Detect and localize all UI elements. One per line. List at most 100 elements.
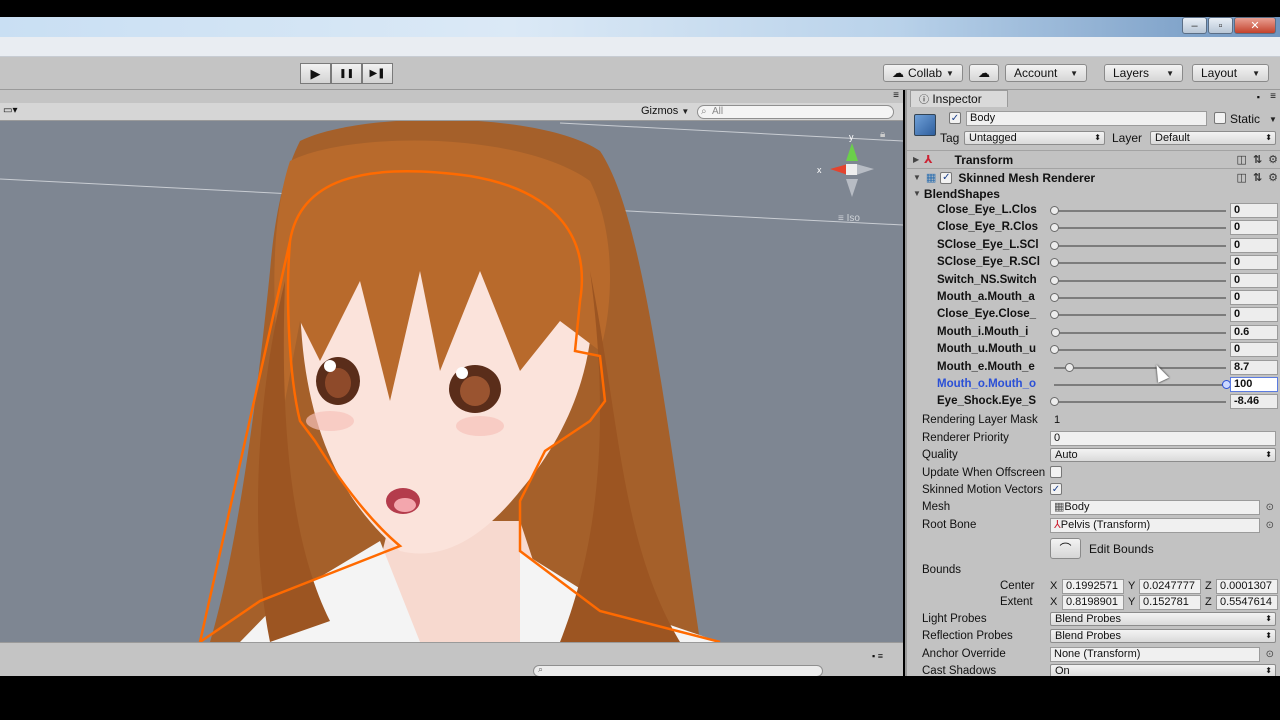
blendshape-value-field[interactable]: 0 [1230,272,1278,288]
blendshape-value-field[interactable]: 0.6 [1230,324,1278,340]
layout-dropdown[interactable]: Layout ▼ [1192,64,1269,82]
blendshape-value-field[interactable]: 0 [1230,220,1278,236]
extent-x-field[interactable]: 0.8198901 [1062,595,1124,610]
quality-dropdown[interactable]: Auto ⬍ [1050,448,1276,462]
static-checkbox[interactable] [1214,112,1226,124]
skinned-motion-vectors-checkbox[interactable]: ✓ [1050,483,1062,495]
menu-icon[interactable]: ≡ [1270,91,1276,102]
extent-z-field[interactable]: 0.5547614 [1216,595,1278,610]
maximize-button[interactable]: ▫ [1208,17,1233,34]
root-bone-field[interactable]: ⅄Pelvis (Transform) [1050,518,1260,533]
layer-dropdown[interactable]: Default ⬍ [1150,131,1276,145]
blendshape-value-field[interactable]: 0 [1230,307,1278,323]
center-x-field[interactable]: 0.1992571 [1062,579,1124,594]
chevron-down-icon[interactable]: ▼ [1269,115,1277,124]
lock-icon[interactable]: 🔒︎ [880,129,885,140]
cast-shadows-dropdown[interactable]: On ⬍ [1050,664,1276,676]
blendshape-value-field[interactable]: 8.7 [1230,359,1278,375]
blendshape-slider[interactable] [1050,223,1226,233]
blendshape-row: Mouth_e.Mouth_e 8.7 [907,359,1280,376]
slider-thumb[interactable] [1064,362,1074,372]
slider-thumb[interactable] [1051,327,1061,337]
blendshape-value-field[interactable]: 0 [1230,290,1278,305]
light-probes-dropdown[interactable]: Blend Probes ⬍ [1050,612,1276,626]
update-offscreen-checkbox[interactable] [1050,466,1062,478]
slider-thumb[interactable] [1050,240,1059,250]
blendshape-value-field[interactable]: 100 [1230,377,1278,392]
blendshape-value-field[interactable]: 0 [1230,237,1278,253]
scene-orientation-gizmo[interactable]: y x [817,132,874,197]
layers-dropdown[interactable]: Layers ▼ [1104,64,1183,82]
rendering-layer-mask-field[interactable]: 1 [1050,413,1276,428]
slider-thumb[interactable] [1050,397,1059,407]
blendshape-value-field[interactable]: 0 [1230,342,1278,358]
extent-y-field[interactable]: 0.152781 [1139,595,1201,610]
menu-icon[interactable]: ≡ [893,90,899,101]
edit-bounds-button[interactable]: ⌒ [1050,538,1081,559]
blendshape-slider[interactable] [1050,275,1226,285]
preset-icon[interactable]: ⇅ [1253,153,1262,166]
camera-icon[interactable]: ▭▾ [3,105,17,116]
blendshape-slider[interactable] [1050,258,1226,268]
blendshape-slider[interactable] [1050,206,1226,215]
blendshape-slider[interactable] [1054,362,1226,372]
step-button[interactable]: ▶❚ [362,63,393,84]
blendshape-value: 0 [1234,238,1241,251]
blendshape-value-field[interactable]: -8.46 [1230,394,1278,410]
gear-icon[interactable]: ⚙ [1268,171,1278,184]
cast-shadows-value: On [1055,665,1070,676]
anchor-override-field[interactable]: None (Transform) [1050,647,1260,662]
layers-label: Layers [1113,66,1150,80]
object-picker-icon[interactable]: ⊙ [1266,502,1274,513]
slider-thumb[interactable] [1050,310,1059,320]
skinned-mesh-renderer-header[interactable]: ▼ ▦ ✓ Skinned Mesh Renderer ◫ ⇅ ⚙ [907,168,1280,186]
blendshape-slider[interactable] [1050,240,1226,250]
blendshape-slider[interactable] [1050,293,1226,302]
center-y-field[interactable]: 0.0247777 [1139,579,1201,594]
slider-thumb[interactable] [1050,345,1059,355]
collab-dropdown[interactable]: ☁ Collab ▼ [883,64,963,82]
transform-header[interactable]: ▶ ⅄ Transform ◫ ⇅ ⚙ [907,150,1280,168]
gizmos-dropdown[interactable]: Gizmos ▼ [641,105,689,117]
blendshape-slider[interactable] [1050,345,1226,355]
close-button[interactable]: ✕ [1234,17,1276,34]
scene-search-input[interactable]: ⌕ All [697,105,894,119]
slider-thumb[interactable] [1050,223,1059,233]
skinned-mesh-enabled-checkbox[interactable]: ✓ [940,171,953,184]
blendshape-slider[interactable] [1054,380,1231,389]
reflection-probes-dropdown[interactable]: Blend Probes ⬍ [1050,629,1276,643]
scene-viewport[interactable]: y x ≡ Iso 🔒︎ [0,121,903,642]
blendshape-slider[interactable] [1050,397,1226,407]
active-checkbox[interactable]: ✓ [949,112,961,124]
mesh-field[interactable]: ▦Body [1050,500,1260,515]
center-z-field[interactable]: 0.0001307 [1216,579,1278,594]
object-picker-icon[interactable]: ⊙ [1266,649,1274,660]
blendshape-slider[interactable] [1050,310,1226,320]
help-icon[interactable]: ◫ [1237,153,1247,166]
object-name-field[interactable]: Body [966,111,1207,126]
pause-button[interactable]: ❚❚ [331,63,362,84]
blendshape-value-field[interactable]: 0 [1230,255,1278,271]
slider-thumb[interactable] [1050,258,1059,268]
play-button[interactable]: ▶ [300,63,331,84]
cloud-button[interactable]: ☁ [969,64,999,82]
blendshape-value-field[interactable]: 0 [1230,203,1278,218]
tag-dropdown[interactable]: Untagged ⬍ [964,131,1105,145]
preset-icon[interactable]: ⇅ [1253,171,1262,184]
minimize-button[interactable]: – [1182,17,1207,34]
tab-inspector[interactable]: ⓘ Inspector [910,90,1008,107]
slider-thumb[interactable] [1050,275,1059,285]
lock-icon[interactable]: ▪ [1257,92,1260,102]
object-picker-icon[interactable]: ⊙ [1266,520,1274,531]
gizmo-y-label: y [849,132,854,142]
projection-label[interactable]: ≡ Iso [838,213,860,224]
slider-thumb[interactable] [1050,293,1059,302]
renderer-priority-field[interactable]: 0 [1050,431,1276,446]
lock-icon[interactable]: ▪ ≡ [872,651,883,661]
blendshapes-foldout[interactable]: ▼ BlendShapes [907,185,1000,202]
blendshape-slider[interactable] [1051,327,1226,337]
slider-thumb[interactable] [1050,206,1059,215]
gear-icon[interactable]: ⚙ [1268,153,1278,166]
help-icon[interactable]: ◫ [1237,171,1247,184]
account-dropdown[interactable]: Account ▼ [1005,64,1087,82]
